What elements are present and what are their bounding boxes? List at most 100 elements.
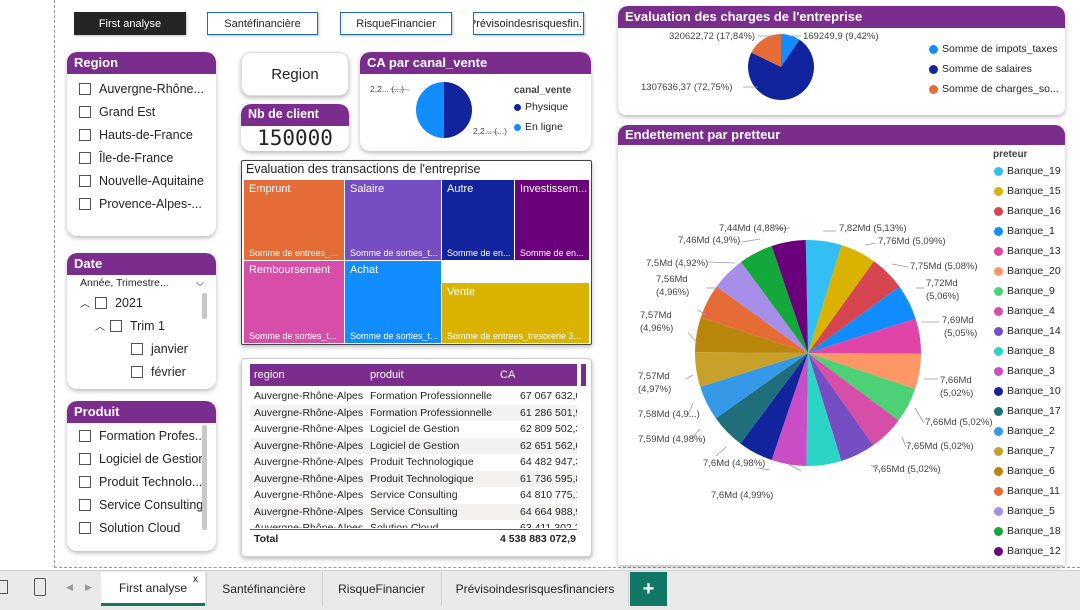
page-tab-prevision[interactable]: Prévisoindesrisquesfinanciers [441, 572, 629, 606]
pie-slice-physique[interactable] [444, 82, 472, 138]
table-row[interactable]: Auvergne-Rhône-Alpes Solution Cloud 63 411… [250, 520, 577, 528]
collapse-icon[interactable]: ︿ [95, 318, 105, 333]
nav-prevision-button[interactable]: Prévisoindesrisquesfin... [473, 12, 584, 35]
month-checkbox[interactable] [131, 342, 143, 355]
legend-item-banque-4[interactable]: Banque_4 [994, 305, 1055, 317]
region-checkbox[interactable] [79, 128, 91, 141]
legend-item-banque-20[interactable]: Banque_20 [994, 265, 1061, 277]
nav-risque-financier-button[interactable]: RisqueFinancier [340, 12, 452, 35]
date-scrollbar[interactable] [202, 293, 207, 319]
treemap-tile[interactable]: Emprunt Somme de entrees_... [244, 180, 344, 260]
legend-item-banque-8[interactable]: Banque_8 [994, 345, 1055, 357]
table-row[interactable]: Auvergne-Rhône-Alpes Service Consulting 64… [250, 503, 577, 520]
legend-item-banque-12[interactable]: Banque_12 [994, 545, 1061, 557]
table-cell: Auvergne-Rhône-Alpes [254, 456, 364, 468]
legend-item-en-ligne[interactable]: En ligne [514, 121, 563, 133]
legend-item-banque-17[interactable]: Banque_17 [994, 405, 1061, 417]
produit-checkbox[interactable] [79, 452, 91, 465]
legend-item-banque-13[interactable]: Banque_13 [994, 245, 1061, 257]
produit-item[interactable]: Solution Cloud [67, 516, 216, 539]
nav-sante-financiere-button[interactable]: Santéfinancière [207, 12, 318, 35]
legend-item-banque-2[interactable]: Banque_2 [994, 425, 1055, 437]
region-checkbox[interactable] [79, 197, 91, 210]
collapse-icon[interactable]: ︿ [80, 295, 90, 310]
table-row[interactable]: Auvergne-Rhône-Alpes Formation Profession… [250, 404, 577, 421]
prev-page-icon[interactable]: ◀ [66, 582, 73, 593]
page-tab-first-analyse[interactable]: First analyse [101, 572, 205, 606]
produit-checkbox[interactable] [79, 498, 91, 511]
produit-item[interactable]: Logiciel de Gestion [67, 447, 216, 470]
treemap-tile[interactable]: Vente Somme de entrees_tresorerie 3... [442, 283, 589, 343]
date-slicer: Date Année, Trimestre... ⌵ ︿ 2021 ︿ Trim 1… [67, 253, 216, 389]
col-header-region[interactable]: region [254, 369, 285, 381]
produit-checkbox[interactable] [79, 429, 91, 442]
legend-item-banque-19[interactable]: Banque_19 [994, 165, 1061, 177]
table-row[interactable]: Auvergne-Rhône-Alpes Produit Technologiqu… [250, 470, 577, 487]
region-item[interactable]: Provence-Alpes-... [67, 192, 216, 215]
region-checkbox[interactable] [79, 174, 91, 187]
date-year-item[interactable]: ︿ 2021 [67, 291, 216, 314]
page-tab-risque[interactable]: RisqueFinancier [322, 572, 440, 606]
legend-item-banque-16[interactable]: Banque_16 [994, 205, 1061, 217]
produit-item[interactable]: Produit Technolo... [67, 470, 216, 493]
produit-item[interactable]: Formation Profes... [67, 424, 216, 447]
legend-item-banque-6[interactable]: Banque_6 [994, 465, 1055, 477]
col-header-ca[interactable]: CA [500, 369, 515, 381]
produit-scrollbar[interactable] [202, 425, 207, 530]
table-row[interactable]: Auvergne-Rhône-Alpes Logiciel de Gestion 6… [250, 421, 577, 438]
region-checkbox[interactable] [79, 82, 91, 95]
legend-item-banque-15[interactable]: Banque_15 [994, 185, 1061, 197]
legend-item-banque-11[interactable]: Banque_11 [994, 485, 1060, 497]
date-month-item[interactable]: février [67, 360, 216, 383]
treemap-tile-label: Achat [350, 264, 379, 276]
legend-item-banque-1[interactable]: Banque_1 [994, 225, 1055, 237]
year-checkbox[interactable] [95, 296, 107, 309]
legend-item-banque-10[interactable]: Banque_10 [994, 385, 1061, 397]
table-row[interactable]: Auvergne-Rhône-Alpes Produit Technologiqu… [250, 454, 577, 471]
date-month-item[interactable]: janvier [67, 337, 216, 360]
date-trim-item[interactable]: ︿ Trim 1 [67, 314, 216, 337]
mobile-layout-icon[interactable] [34, 578, 46, 596]
close-tab-icon[interactable]: x [193, 574, 198, 585]
legend-item-banque-5[interactable]: Banque_5 [994, 505, 1055, 517]
legend-item-banque-7[interactable]: Banque_7 [994, 445, 1055, 457]
legend-item-physique[interactable]: Physique [514, 101, 568, 113]
legend-item-charges-sociales[interactable]: Somme de charges_so... [929, 83, 1059, 95]
add-page-button[interactable]: + [630, 572, 667, 606]
treemap-tile[interactable]: Achat Somme de sorties_t... [345, 261, 441, 343]
legend-item-banque-9[interactable]: Banque_9 [994, 285, 1055, 297]
trim-checkbox[interactable] [110, 319, 122, 332]
table-row[interactable]: Auvergne-Rhône-Alpes Service Consulting 64… [250, 487, 577, 504]
date-hierarchy-dropdown[interactable]: Année, Trimestre... ⌵ [67, 275, 216, 291]
treemap-tile[interactable]: Investissem... Somme de en... [515, 180, 589, 260]
month-checkbox[interactable] [131, 365, 143, 378]
treemap-tile[interactable]: Autre Somme de en... [442, 180, 514, 260]
legend-item-banque-18[interactable]: Banque_18 [994, 525, 1061, 537]
table-row[interactable]: Auvergne-Rhône-Alpes Formation Profession… [250, 388, 577, 405]
region-checkbox[interactable] [79, 151, 91, 164]
region-item[interactable]: Nouvelle-Aquitaine [67, 169, 216, 192]
produit-checkbox[interactable] [79, 521, 91, 534]
table-total-value: 4 538 883 072,9 [500, 533, 576, 545]
fit-page-icon[interactable] [0, 580, 8, 594]
table-row[interactable]: Auvergne-Rhône-Alpes Logiciel de Gestion 6… [250, 437, 577, 454]
produit-item[interactable]: Service Consulting [67, 493, 216, 516]
legend-item-banque-14[interactable]: Banque_14 [994, 325, 1061, 337]
treemap-tile[interactable]: Remboursement Somme de sorties_t... [244, 261, 344, 343]
col-header-produit[interactable]: produit [370, 369, 404, 381]
region-item[interactable]: Grand Est [67, 100, 216, 123]
page-tab-sante[interactable]: Santéfinancière [206, 572, 321, 606]
produit-checkbox[interactable] [79, 475, 91, 488]
nav-first-analyse-button[interactable]: First analyse [74, 12, 186, 35]
pie-slice-en-ligne[interactable] [416, 82, 444, 138]
next-page-icon[interactable]: ▶ [85, 582, 92, 593]
region-item[interactable]: Auvergne-Rhône... [67, 77, 216, 100]
legend-item-impots[interactable]: Somme de impots_taxes [929, 43, 1058, 55]
region-item[interactable]: Hauts-de-France [67, 123, 216, 146]
legend-item-salaires[interactable]: Somme de salaires [929, 63, 1032, 75]
region-checkbox[interactable] [79, 105, 91, 118]
region-item[interactable]: Île-de-France [67, 146, 216, 169]
legend-item-banque-3[interactable]: Banque_3 [994, 365, 1055, 377]
legend-dot [994, 446, 1003, 456]
treemap-tile[interactable]: Salaire Somme de sorties_t... [345, 180, 441, 260]
